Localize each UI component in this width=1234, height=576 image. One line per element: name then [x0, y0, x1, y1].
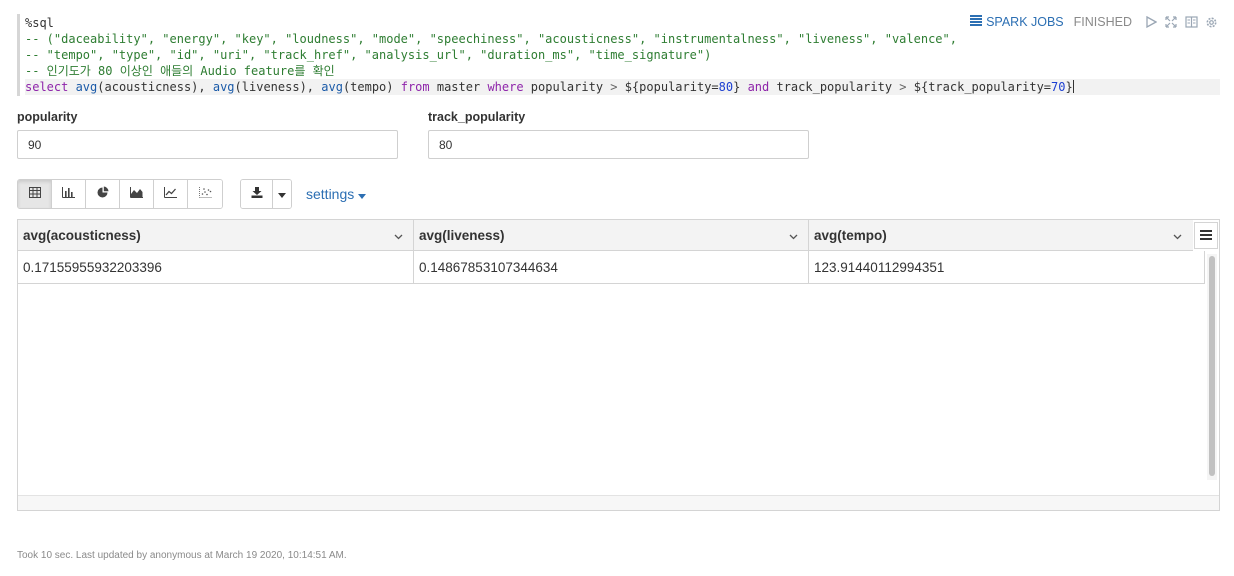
table-cell[interactable]: 0.17155955932203396 — [18, 251, 414, 283]
download-icon — [251, 185, 263, 203]
column-header-label: avg(tempo) — [814, 227, 887, 243]
code-token: 80 — [718, 80, 734, 94]
scatter-chart-button[interactable] — [188, 180, 222, 208]
column-header-label: avg(liveness) — [419, 227, 505, 243]
code-token: where — [487, 80, 531, 94]
track-popularity-form: track_popularity — [428, 110, 809, 159]
popularity-form: popularity — [17, 110, 398, 159]
code-line-4: -- 인기도가 80 이상인 애들의 Audio feature를 확인 — [25, 63, 1220, 79]
code-token: > — [899, 80, 914, 94]
spark-jobs-link[interactable]: SPARK JOBS — [970, 15, 1064, 29]
code-token: avg — [212, 80, 235, 94]
line-chart-icon — [164, 185, 177, 203]
expand-icon[interactable] — [1164, 15, 1178, 29]
code-token: ${popularity= — [624, 80, 719, 94]
gear-icon[interactable] — [1204, 15, 1218, 29]
code-token: -- ("daceability", "energy", "key", "lou… — [25, 32, 957, 46]
run-icon[interactable] — [1144, 15, 1158, 29]
spark-jobs-label: SPARK JOBS — [986, 15, 1064, 29]
vertical-scrollbar[interactable] — [1207, 254, 1217, 480]
column-header[interactable]: avg(acousticness) — [18, 220, 414, 250]
code-token: avg — [321, 80, 343, 94]
line-chart-button[interactable] — [154, 180, 188, 208]
code-token: and — [747, 80, 777, 94]
code-token: (tempo) — [342, 80, 401, 94]
download-group — [240, 179, 292, 209]
download-dropdown-toggle[interactable] — [273, 180, 291, 208]
hamburger-icon — [1200, 227, 1212, 245]
caret-down-icon — [278, 185, 286, 203]
code-token: (liveness), — [234, 80, 322, 94]
code-token: -- "tempo", "type", "id", "uri", "track_… — [25, 48, 712, 62]
code-token: master — [436, 80, 488, 94]
table-cell[interactable]: 0.14867853107344634 — [414, 251, 809, 283]
code-token: popularity — [530, 80, 611, 94]
settings-label: settings — [306, 186, 355, 202]
bar-chart-button[interactable] — [52, 180, 86, 208]
table-icon — [28, 185, 41, 203]
column-header[interactable]: avg(tempo) — [809, 220, 1192, 250]
bar-chart-icon — [62, 185, 75, 203]
code-token: track_popularity — [776, 80, 900, 94]
result-grid: avg(acousticness) avg(liveness) avg(temp… — [17, 219, 1220, 511]
code-token: (acousticness), — [97, 80, 213, 94]
code-token: } — [733, 80, 748, 94]
code-token: from — [400, 80, 437, 94]
code-token: } — [1065, 80, 1073, 94]
code-line-3: -- "tempo", "type", "id", "uri", "track_… — [25, 47, 1220, 63]
code-line-5: select avg(acousticness), avg(liveness),… — [25, 79, 1220, 95]
code-line-2: -- ("daceability", "energy", "key", "lou… — [25, 31, 1220, 47]
visualization-switcher — [17, 179, 223, 209]
area-chart-button[interactable] — [120, 180, 154, 208]
book-icon[interactable] — [1184, 15, 1198, 29]
table-cell[interactable]: 123.91440112994351 — [809, 251, 1205, 283]
grid-header: avg(acousticness) avg(liveness) avg(temp… — [18, 220, 1193, 251]
track-popularity-input[interactable] — [428, 130, 809, 159]
pie-chart-icon — [97, 185, 109, 203]
track-popularity-label: track_popularity — [428, 110, 526, 124]
caret-down-icon — [358, 186, 367, 202]
column-header[interactable]: avg(liveness) — [414, 220, 809, 250]
paragraph-footer: Took 10 sec. Last updated by anonymous a… — [17, 550, 347, 561]
horizontal-scrollbar[interactable] — [18, 495, 1219, 510]
chevron-down-icon[interactable] — [1173, 228, 1182, 243]
download-button[interactable] — [241, 180, 273, 208]
settings-dropdown[interactable]: settings — [306, 186, 367, 202]
paragraph-control: SPARK JOBS FINISHED — [970, 15, 1218, 29]
code-token: select — [25, 80, 76, 94]
code-token: avg — [75, 80, 98, 94]
chevron-down-icon[interactable] — [394, 228, 403, 243]
popularity-label: popularity — [17, 110, 78, 124]
code-token: > — [610, 80, 625, 94]
code-token: ${track_popularity= — [913, 80, 1052, 94]
popularity-input[interactable] — [17, 130, 398, 159]
scrollbar-thumb[interactable] — [1209, 256, 1215, 476]
code-token: -- 인기도가 80 이상인 애들의 Audio feature를 확인 — [25, 64, 335, 78]
grid-menu-button[interactable] — [1194, 222, 1218, 249]
column-header-label: avg(acousticness) — [23, 227, 141, 243]
spark-jobs-icon — [970, 15, 983, 29]
table-row: 0.17155955932203396 0.14867853107344634 … — [18, 251, 1205, 284]
chevron-down-icon[interactable] — [789, 228, 798, 243]
area-chart-icon — [130, 185, 143, 203]
table-view-button[interactable] — [18, 180, 52, 208]
pie-chart-button[interactable] — [86, 180, 120, 208]
text-cursor — [1072, 80, 1074, 93]
scatter-chart-icon — [198, 185, 212, 203]
paragraph-status: FINISHED — [1073, 15, 1132, 29]
code-token: 70 — [1051, 80, 1066, 94]
code-token: %sql — [25, 16, 54, 30]
